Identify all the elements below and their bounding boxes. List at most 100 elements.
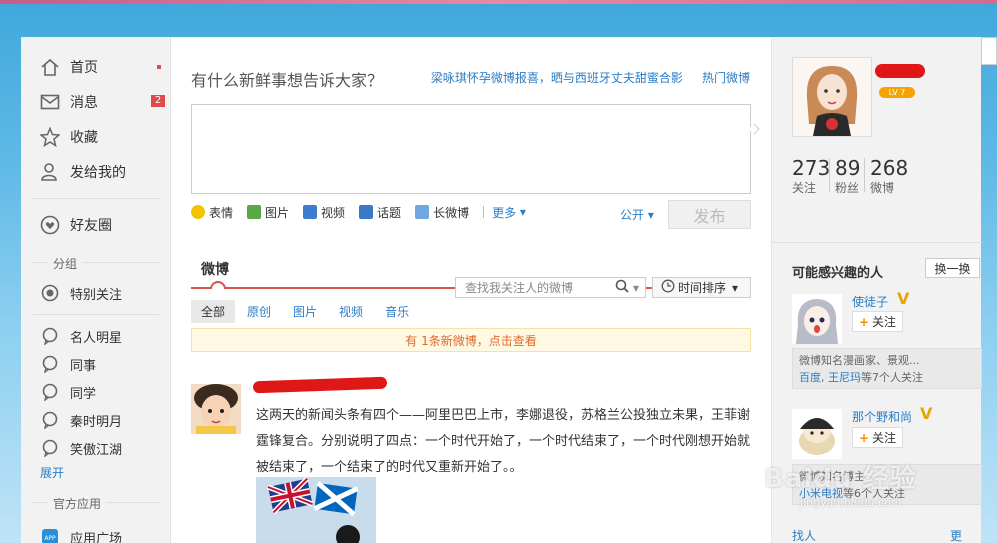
compose-toolbar: 表情 图片 视频 话题 长微博 更多 ▾ bbox=[191, 204, 540, 220]
search-options-caret[interactable]: ▾ bbox=[633, 281, 639, 295]
post-image[interactable] bbox=[256, 477, 376, 543]
bubble-icon bbox=[40, 382, 60, 402]
filter-videos[interactable]: 视频 bbox=[339, 303, 363, 320]
find-people-link[interactable]: 找人 bbox=[792, 527, 816, 543]
nav-group-item[interactable]: 秦时明月 bbox=[21, 405, 171, 435]
nav-divider bbox=[33, 198, 159, 199]
topic-tool[interactable]: 话题 bbox=[359, 204, 401, 221]
more-tools-dropdown[interactable]: 更多 ▾ bbox=[492, 204, 526, 221]
plus-icon: + bbox=[858, 430, 870, 445]
suggest-user-name[interactable]: 那个野和尚 bbox=[852, 408, 912, 425]
feed-search[interactable]: 查找我关注人的微博 ▾ bbox=[455, 277, 646, 298]
bubble-icon bbox=[40, 326, 60, 346]
nav-group-label: 笑傲江湖 bbox=[70, 442, 123, 458]
baidu-watermark-url: jingyan.baidu.com bbox=[800, 496, 902, 509]
stat-posts[interactable]: 268 微博 bbox=[870, 157, 908, 196]
verified-v-icon: V bbox=[897, 289, 910, 308]
nav-group-item[interactable]: 同学 bbox=[21, 377, 171, 407]
nav-group-item[interactable]: 名人明星 bbox=[21, 321, 171, 351]
baidu-watermark: Baidu 经验 bbox=[764, 464, 917, 494]
nav-special-follow-label: 特别关注 bbox=[70, 287, 123, 303]
stat-posts-label: 微博 bbox=[870, 181, 895, 195]
nav-messages[interactable]: 消息 2 bbox=[21, 87, 171, 117]
post-author-avatar[interactable] bbox=[191, 384, 241, 434]
nav-home[interactable]: 首页 bbox=[21, 52, 171, 82]
suggest-user-avatar[interactable] bbox=[792, 409, 842, 459]
home-icon bbox=[40, 57, 60, 77]
video-tool[interactable]: 视频 bbox=[303, 204, 345, 221]
publish-button[interactable]: 发布 bbox=[668, 200, 751, 229]
nav-app-square-label: 应用广场 bbox=[70, 531, 123, 543]
nav-friends-circle[interactable]: 好友圈 bbox=[21, 210, 171, 240]
hot-weibo-link[interactable]: 热门微博 bbox=[702, 71, 750, 85]
long-weibo-tool[interactable]: 长微博 bbox=[415, 204, 469, 221]
nav-group-label: 同学 bbox=[70, 386, 97, 402]
stat-following-label: 关注 bbox=[792, 181, 817, 195]
emoji-tool[interactable]: 表情 bbox=[191, 204, 233, 221]
stat-fans-label: 粉丝 bbox=[835, 181, 860, 195]
follow-button[interactable]: + 关注 bbox=[852, 427, 903, 448]
person-icon bbox=[40, 162, 60, 182]
composer-prompt: 有什么新鲜事想告诉大家？ bbox=[191, 71, 384, 90]
star-icon bbox=[40, 127, 60, 147]
sort-dropdown[interactable]: 时间排序 ▾ bbox=[652, 277, 751, 298]
caret-down-icon: ▾ bbox=[732, 280, 739, 295]
more-suggestions-link[interactable]: 更多» bbox=[950, 527, 981, 543]
nav-app-square[interactable]: APP 应用广场 bbox=[21, 522, 171, 543]
stat-fans[interactable]: 89 粉丝 bbox=[835, 157, 860, 196]
main-column: 有什么新鲜事想告诉大家？ 梁咏琪怀孕微博报喜，晒与西班牙丈夫甜蜜合影 热门微博 … bbox=[172, 37, 770, 543]
new-posts-notice[interactable]: 有 1条新微博，点击查看 bbox=[191, 328, 751, 352]
nav-group-label: 秦时明月 bbox=[70, 414, 123, 430]
nav-special-follow[interactable]: 特别关注 bbox=[21, 278, 171, 308]
bubble-icon bbox=[40, 438, 60, 458]
stat-posts-num: 268 bbox=[870, 156, 909, 180]
nav-favorites[interactable]: 收藏 bbox=[21, 122, 171, 152]
filter-original[interactable]: 原创 bbox=[247, 303, 271, 320]
nav-group-label: 名人明星 bbox=[70, 330, 123, 346]
mutual-follow-links[interactable]: 百度, 王尼玛 bbox=[799, 371, 861, 384]
nav-favorites-label: 收藏 bbox=[70, 130, 98, 146]
nav-sent-to-me[interactable]: 发给我的 bbox=[21, 157, 171, 187]
topic-icon bbox=[359, 205, 374, 219]
swap-button[interactable]: 换一换 bbox=[925, 258, 980, 278]
target-icon bbox=[40, 283, 60, 303]
filter-images[interactable]: 图片 bbox=[293, 303, 317, 320]
hot-topic-link[interactable]: 梁咏琪怀孕微博报喜，晒与西班牙丈夫甜蜜合影 bbox=[431, 71, 683, 85]
home-unread-dot bbox=[157, 65, 161, 69]
mail-icon bbox=[40, 92, 60, 112]
left-sidebar: 首页 消息 2 收藏 发给我的 好友圈 分组 特别关注 名人明星 同事 同学 秦… bbox=[21, 37, 171, 543]
more-tools-label: 更多 bbox=[492, 205, 517, 220]
expand-groups-link[interactable]: 展开 bbox=[40, 464, 64, 481]
toolbar-separator bbox=[483, 206, 485, 218]
stat-separator bbox=[829, 158, 830, 192]
sort-label: 时间排序 bbox=[678, 281, 727, 295]
my-avatar[interactable] bbox=[792, 57, 872, 137]
heart-circle-icon bbox=[40, 215, 60, 235]
compose-textarea[interactable] bbox=[191, 104, 751, 194]
suggest-user-name[interactable]: 使徒子 bbox=[852, 293, 888, 310]
scrollbar-thumb[interactable] bbox=[981, 37, 997, 65]
follow-button-label: 关注 bbox=[872, 431, 897, 445]
app-icon: APP bbox=[40, 527, 60, 543]
level-badge: LV 7 bbox=[879, 87, 915, 98]
nav-group-label: 同事 bbox=[70, 358, 97, 374]
filter-music[interactable]: 音乐 bbox=[385, 303, 409, 320]
stat-separator bbox=[864, 158, 865, 192]
follow-button-label: 关注 bbox=[872, 315, 897, 329]
stat-following-num: 273 bbox=[792, 156, 831, 180]
nav-group-item[interactable]: 同事 bbox=[21, 349, 171, 379]
smiley-icon bbox=[191, 205, 205, 219]
feed-title: 微博 bbox=[201, 262, 229, 278]
follow-button[interactable]: + 关注 bbox=[852, 311, 903, 332]
filter-all[interactable]: 全部 bbox=[191, 299, 236, 323]
suggest-user-avatar[interactable] bbox=[792, 294, 842, 344]
nav-group-item[interactable]: 笑傲江湖 bbox=[21, 433, 171, 463]
bubble-icon bbox=[40, 410, 60, 430]
video-icon bbox=[303, 205, 318, 219]
visibility-dropdown[interactable]: 公开 ▾ bbox=[620, 206, 654, 223]
image-tool[interactable]: 图片 bbox=[247, 204, 289, 221]
nav-divider bbox=[33, 314, 159, 315]
search-icon[interactable] bbox=[615, 279, 629, 296]
stat-following[interactable]: 273 关注 bbox=[792, 157, 830, 196]
suggest-title: 可能感兴趣的人 bbox=[792, 266, 884, 281]
